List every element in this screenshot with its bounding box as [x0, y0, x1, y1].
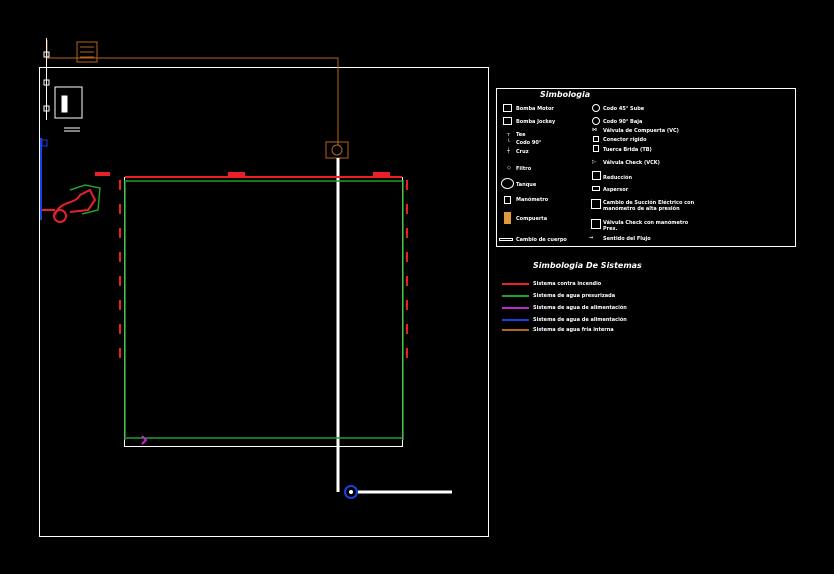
- blind-flange-icon: [593, 145, 599, 152]
- system-label: Sistema de agua fría interna: [533, 327, 614, 333]
- pressure-system-swatch: [502, 295, 529, 297]
- legend-label: Sentido del Flujo: [603, 236, 651, 242]
- cold-water-swatch: [502, 329, 529, 331]
- purple-feed-line: [141, 435, 148, 445]
- legend-label: Bomba Motor: [516, 106, 554, 112]
- strainer-icon: ◇: [507, 165, 511, 171]
- pump-room: [54, 86, 83, 132]
- symbology-title: Simbologia: [540, 90, 591, 99]
- legend-label: Tanque: [516, 182, 537, 188]
- check-valve-icon: ▷: [592, 159, 596, 165]
- main-supply-line: [336, 158, 452, 494]
- tee-icon: ┬: [507, 131, 511, 137]
- system-label: Sistema de agua de alimentación: [533, 305, 627, 311]
- legend-label: Cambio de cuerpo: [516, 237, 567, 243]
- legend-label: Válvula Check con manómetro Pres.: [603, 220, 689, 232]
- plumbing-plan: [39, 38, 489, 537]
- electric-pump-icon: [503, 104, 512, 112]
- gate-valve-icon: ⋈: [592, 127, 597, 133]
- systems-title: Simbologia De Sistemas: [533, 261, 642, 270]
- legend-label: Tee: [516, 132, 526, 138]
- elbow-90-icon: └: [507, 139, 511, 145]
- legend-label: Válvula Check (VCK): [603, 160, 660, 166]
- legend-label: Compuerta: [516, 216, 548, 222]
- fire-system-swatch: [502, 283, 529, 285]
- legend-label: Reducción: [603, 175, 633, 181]
- elbow-45-down-icon: [592, 117, 600, 125]
- rigid-connector-icon: [593, 136, 599, 142]
- cold-water-line: [46, 40, 349, 159]
- feed-line: [40, 138, 48, 220]
- legend-label: Cruz: [516, 149, 529, 155]
- legend-label: Aspersor: [603, 187, 629, 193]
- check-meter-icon: [591, 219, 601, 229]
- jockey-pump-icon: [503, 117, 512, 125]
- legend-label: Tuerca Brida (TB): [603, 147, 652, 153]
- sprinkler-icon: [592, 186, 600, 191]
- tank-icon: [501, 178, 514, 189]
- site-boundary: [39, 67, 489, 537]
- valve-icon: [504, 212, 511, 224]
- trim-pump-icon: [591, 199, 601, 209]
- legend-label: Bomba Jockey: [516, 119, 556, 125]
- legend-label: Cambio de Succión Eléctrico con manómetr…: [603, 200, 695, 212]
- legend-label: Codo 90°: [516, 140, 542, 146]
- system-label: Sistema de agua de alimentación: [533, 317, 627, 323]
- building-outline: [124, 177, 403, 447]
- legend-label: Filtro: [516, 166, 532, 172]
- blue-system-swatch: [502, 319, 529, 321]
- elbow-45-up-icon: [592, 104, 600, 112]
- reduction-icon: [592, 171, 601, 180]
- purple-system-swatch: [502, 307, 529, 309]
- system-label: Sistema de agua presurizada: [533, 293, 616, 299]
- legend-label: Conector rígido: [603, 137, 647, 143]
- legend-label: Válvula de Compuerta (VC): [603, 128, 679, 134]
- legend-label: Codo 90° Baja: [603, 119, 643, 125]
- legend-label: Manómetro: [516, 197, 549, 203]
- cross-icon: ┼: [507, 148, 511, 154]
- pipe-icon: [499, 238, 513, 241]
- manometer-icon: [504, 196, 511, 204]
- legend-label: Codo 45° Sube: [603, 106, 645, 112]
- system-label: Sistema contra incendio: [533, 281, 602, 287]
- fire-system-line: [42, 172, 408, 360]
- water-meter-icon: [43, 38, 50, 120]
- flow-arrow-icon: →: [589, 235, 594, 241]
